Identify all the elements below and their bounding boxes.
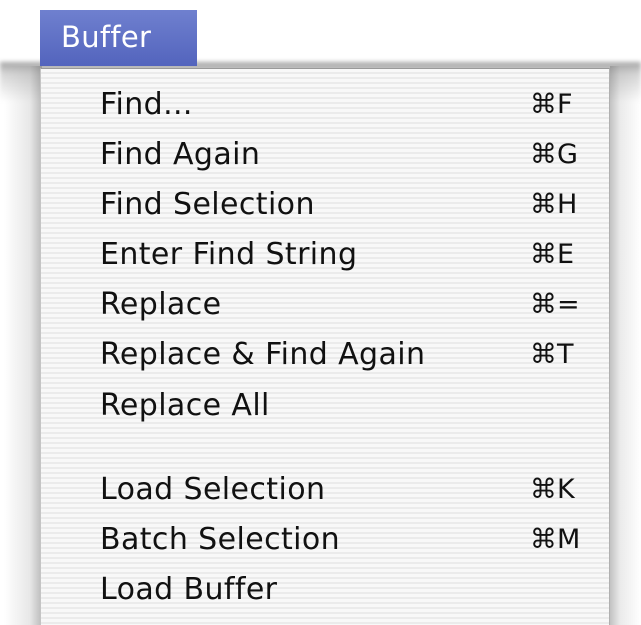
menu-item-replace[interactable]: Replace ⌘= — [41, 280, 609, 330]
buffer-menu: Find... ⌘F Find Again ⌘G Find Selection … — [40, 68, 610, 625]
menu-item-load-selection[interactable]: Load Selection ⌘K — [41, 465, 609, 515]
menu-item-label: Load Buffer — [100, 572, 278, 607]
menu-item-shortcut: ⌘H — [530, 189, 578, 220]
menu-item-label: Batch Selection — [100, 522, 341, 557]
menu-item-find-selection[interactable]: Find Selection ⌘H — [41, 180, 609, 230]
menu-title-buffer[interactable]: Buffer — [40, 10, 197, 66]
menu-item-replace-find-again[interactable]: Replace & Find Again ⌘T — [41, 330, 609, 380]
menu-item-load-buffer[interactable]: Load Buffer — [41, 565, 609, 615]
menu-item-batch-selection[interactable]: Batch Selection ⌘M — [41, 515, 609, 565]
menu-shadow-right — [610, 66, 641, 625]
menu-item-label: Find Again — [100, 137, 261, 172]
menu-item-shortcut: ⌘= — [530, 289, 580, 320]
menu-item-label: Replace & Find Again — [100, 337, 426, 372]
menu-item-label: Load Selection — [100, 472, 326, 507]
menu-item-label: Replace All — [100, 388, 270, 423]
menu-item-label: Find... — [100, 87, 193, 122]
menu-item-shortcut: ⌘M — [530, 524, 581, 555]
menu-item-shortcut: ⌘E — [530, 239, 575, 270]
menu-item-shortcut: ⌘F — [530, 89, 573, 120]
menu-item-shortcut: ⌘K — [530, 474, 575, 505]
menu-item-shortcut: ⌘G — [530, 139, 578, 170]
menu-item-find[interactable]: Find... ⌘F — [41, 80, 609, 130]
menu-item-label: Enter Find String — [100, 237, 358, 272]
menu-item-enter-find-string[interactable]: Enter Find String ⌘E — [41, 230, 609, 280]
menu-item-label: Replace — [100, 287, 222, 322]
menu-item-label: Find Selection — [100, 187, 315, 222]
menu-shadow-left — [4, 66, 42, 625]
menu-item-shortcut: ⌘T — [530, 339, 574, 370]
menu-item-find-again[interactable]: Find Again ⌘G — [41, 130, 609, 180]
menu-item-replace-all[interactable]: Replace All — [41, 381, 609, 431]
